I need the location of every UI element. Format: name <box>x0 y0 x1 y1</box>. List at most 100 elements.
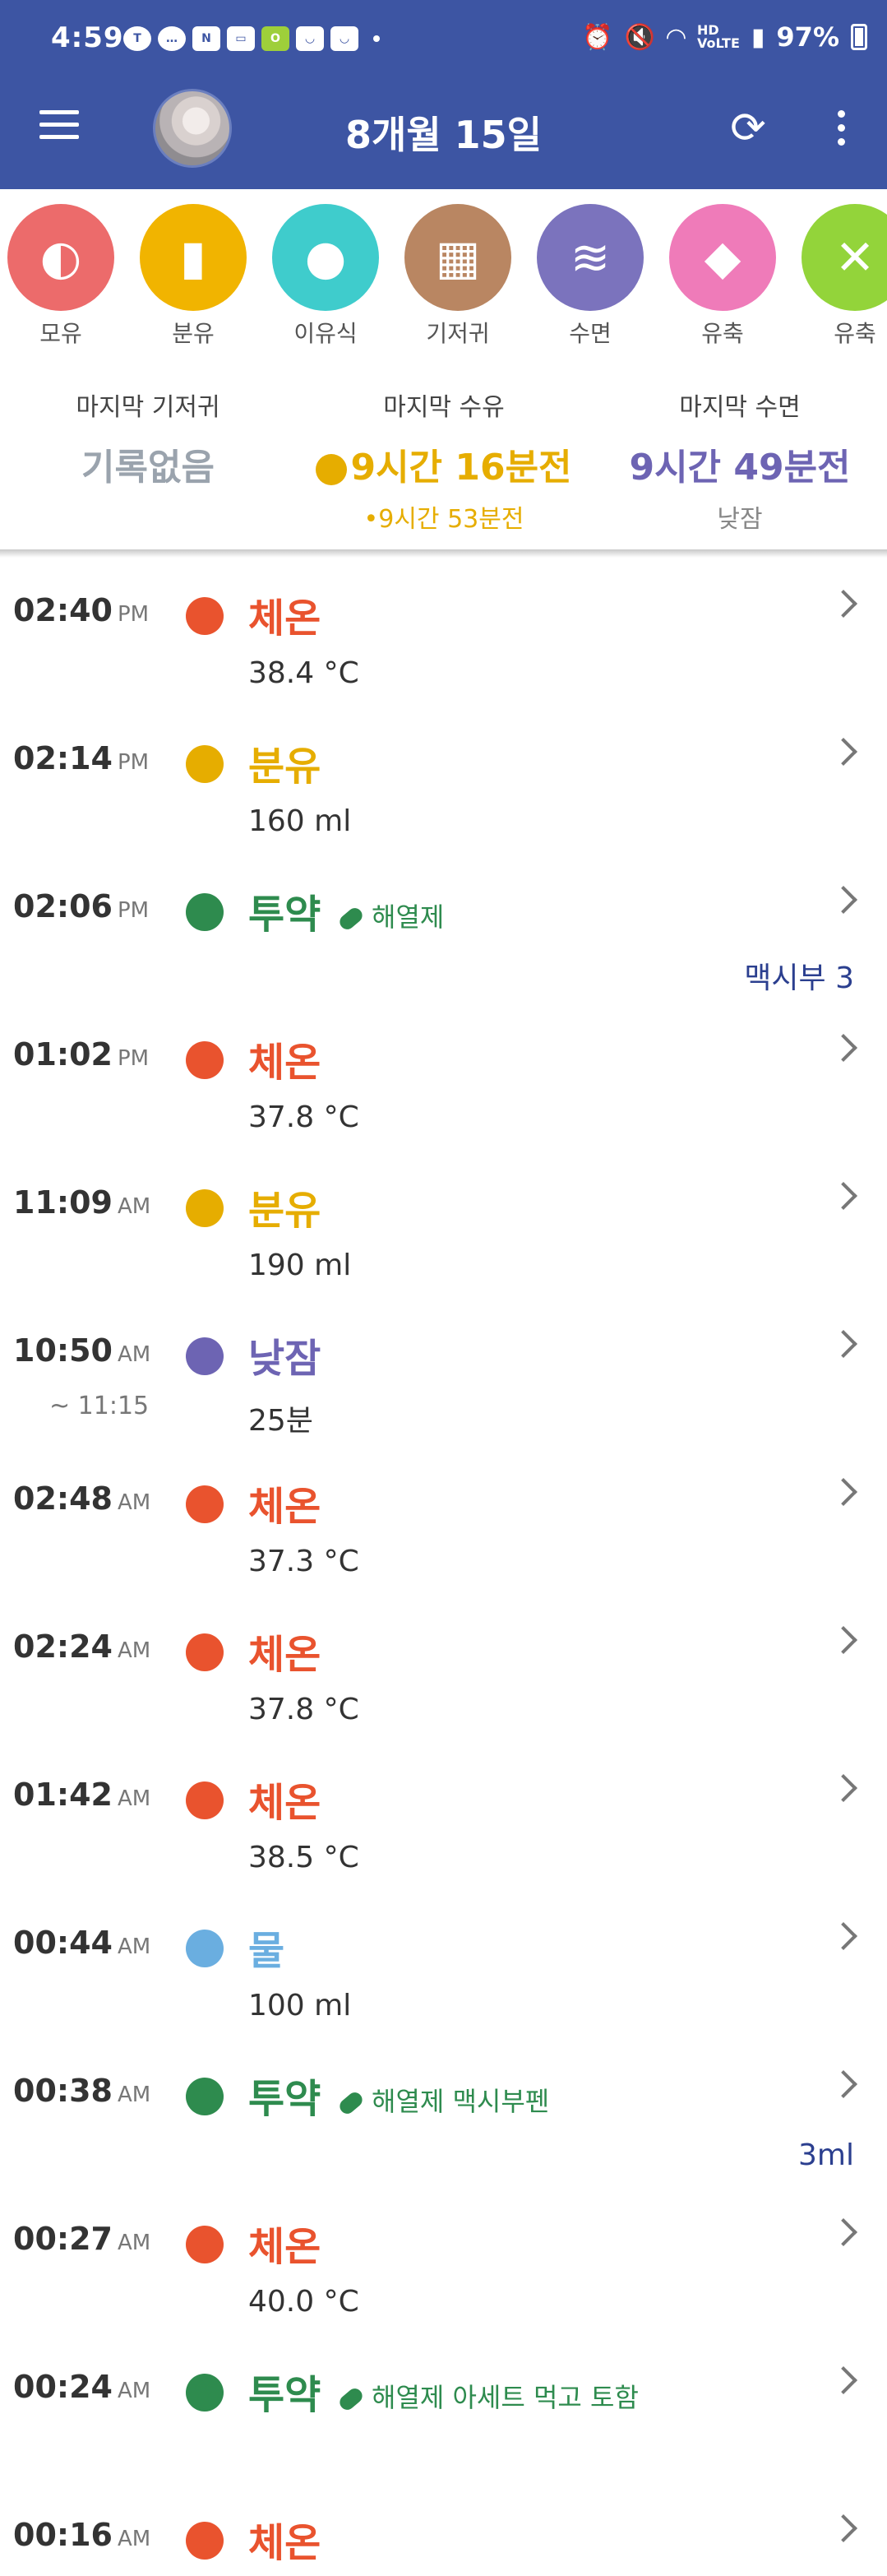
water-drop-icon <box>186 1930 224 1967</box>
sleep-icon: ≋ <box>537 204 644 311</box>
event-label: 체온 <box>248 2520 321 2566</box>
sync-icon[interactable]: ⟳ <box>723 104 773 153</box>
event-row[interactable]: 02:06 PM 투약 해열제 맥시부 3 <box>0 864 887 1012</box>
event-row[interactable]: 10:50 AM ~ 11:15 낮잠 25분 <box>0 1308 887 1456</box>
last-sleep-value: 9시간 49분전 <box>629 447 851 489</box>
category-label: 모유 <box>39 320 82 347</box>
event-ampm: AM <box>117 1490 151 1515</box>
chevron-right-icon[interactable] <box>829 1626 857 1654</box>
last-diaper-summary: 마지막 기저귀 기록없음 <box>0 387 296 490</box>
event-row[interactable]: 00:27 AM 체온 40.0 °C <box>0 2196 887 2344</box>
event-row[interactable]: 00:38 AM 투약 해열제 맥시부펜 3ml <box>0 2048 887 2196</box>
event-tag-text: 해열제 맥시부펜 <box>372 2086 550 2117</box>
pump-icon: ◆ <box>669 204 776 311</box>
event-ampm: AM <box>117 1786 151 1811</box>
category-6[interactable]: ✕ 유축 <box>797 204 887 349</box>
event-value: 37.8 °C <box>248 1100 359 1134</box>
category-2[interactable]: ● 이유식 <box>268 204 383 349</box>
more-options-button[interactable] <box>827 110 855 160</box>
chevron-right-icon[interactable] <box>829 738 857 766</box>
category-label: 분유 <box>172 320 215 347</box>
event-value: 190 ml <box>248 1249 352 1282</box>
event-label: 체온 <box>248 1632 321 1678</box>
pill-icon <box>336 2089 366 2117</box>
event-label: 투약 <box>248 2076 321 2122</box>
thermometer-icon <box>186 2522 224 2560</box>
event-note: 맥시부 3 <box>744 961 854 995</box>
event-tag-text: 해열제 아세트 먹고 토함 <box>372 2382 639 2413</box>
event-ampm: PM <box>117 750 150 775</box>
bottle-icon <box>186 1189 224 1227</box>
event-label: 체온 <box>248 1780 321 1826</box>
event-value: 160 ml <box>248 804 352 838</box>
category-0[interactable]: ◐ 모유 <box>3 204 118 349</box>
event-label: 분유 <box>248 1188 321 1234</box>
event-row[interactable]: 02:40 PM 체온 38.4 °C <box>0 568 887 716</box>
event-ampm: AM <box>117 2379 151 2403</box>
chevron-right-icon[interactable] <box>829 590 857 618</box>
category-4[interactable]: ≋ 수면 <box>533 204 648 349</box>
last-sleep-type: 낮잠 <box>717 505 763 534</box>
bottle-icon: ▮ <box>140 204 247 311</box>
thermometer-icon <box>186 1041 224 1079</box>
event-time: 00:24 AM <box>13 2369 151 2405</box>
category-1[interactable]: ▮ 분유 <box>136 204 251 349</box>
event-end-time: ~ 11:15 <box>49 1392 150 1420</box>
event-label: 체온 <box>248 595 321 642</box>
event-note: 3ml <box>798 2138 854 2172</box>
event-row[interactable]: 00:16AM체온39.6 °C <box>0 2492 887 2576</box>
more-icon: ✕ <box>802 204 887 311</box>
category-3[interactable]: ▦ 기저귀 <box>400 204 515 349</box>
event-row[interactable]: 02:24 AM 체온 37.8 °C <box>0 1604 887 1752</box>
event-time: 01:42 AM <box>13 1777 151 1813</box>
event-row[interactable]: 01:02 PM 체온 37.8 °C <box>0 1012 887 1160</box>
chevron-right-icon[interactable] <box>829 2514 857 2542</box>
thermometer-icon <box>186 597 224 635</box>
category-label: 유축 <box>701 320 744 347</box>
event-row[interactable]: 01:42 AM 체온 38.5 °C <box>0 1752 887 1900</box>
chevron-right-icon[interactable] <box>829 1922 857 1950</box>
chevron-right-icon[interactable] <box>829 1034 857 1062</box>
pill-icon <box>336 905 366 933</box>
chevron-right-icon[interactable] <box>829 886 857 914</box>
chevron-right-icon[interactable] <box>829 1774 857 1802</box>
event-row[interactable]: 00:44 AM 물 100 ml <box>0 1900 887 2048</box>
last-sleep-heading: 마지막 수면 <box>679 393 801 422</box>
event-label: 체온 <box>248 1484 321 1530</box>
chevron-right-icon[interactable] <box>829 1478 857 1506</box>
status-time: 4:59 <box>51 21 124 54</box>
battery-icon <box>851 24 867 50</box>
event-row[interactable]: 02:14 PM 분유 160 ml <box>0 716 887 864</box>
last-feed-sub: 9시간 53분전 <box>378 505 524 534</box>
alarm-icon: ⏰ <box>582 22 613 52</box>
app-icon: ◡ <box>296 26 324 51</box>
event-ampm: AM <box>117 1194 151 1219</box>
event-ampm: AM <box>117 1934 151 1959</box>
system-icons: ⏰ 🔇 ◠ HD VoLTE ▮ 97% <box>582 21 867 53</box>
babyfood-icon: ● <box>272 204 379 311</box>
event-time: 00:44 AM <box>13 1925 151 1961</box>
category-row: ◐ 모유 ▮ 분유 ● 이유식 ▦ 기저귀 ≋ 수면 ◆ 유축 ✕ 유축 <box>0 204 887 368</box>
event-row[interactable]: 11:09 AM 분유 190 ml <box>0 1160 887 1308</box>
crib-icon <box>186 1337 224 1375</box>
chevron-right-icon[interactable] <box>829 1182 857 1210</box>
event-tag: 해열제 맥시부펜 <box>336 2081 550 2119</box>
event-time: 02:48 AM <box>13 1480 151 1517</box>
chevron-right-icon[interactable] <box>829 2218 857 2246</box>
chevron-right-icon[interactable] <box>829 2366 857 2394</box>
n-icon: N <box>192 26 220 51</box>
app-icon: ◡ <box>330 26 358 51</box>
chevron-right-icon[interactable] <box>829 1330 857 1358</box>
signal-icon: ▮ <box>751 22 765 52</box>
mute-icon: 🔇 <box>624 22 655 52</box>
thermometer-icon <box>186 2226 224 2263</box>
event-time: 10:50 AM <box>13 1332 151 1369</box>
event-ampm: AM <box>117 2231 151 2255</box>
category-5[interactable]: ◆ 유축 <box>665 204 780 349</box>
chevron-right-icon[interactable] <box>829 2070 857 2098</box>
event-row[interactable]: 02:48 AM 체온 37.3 °C <box>0 1456 887 1604</box>
event-label: 분유 <box>248 744 321 790</box>
last-feed-heading: 마지막 수유 <box>383 393 505 422</box>
category-label: 수면 <box>569 320 612 347</box>
event-row[interactable]: 00:24 AM 투약 해열제 아세트 먹고 토함 <box>0 2344 887 2492</box>
